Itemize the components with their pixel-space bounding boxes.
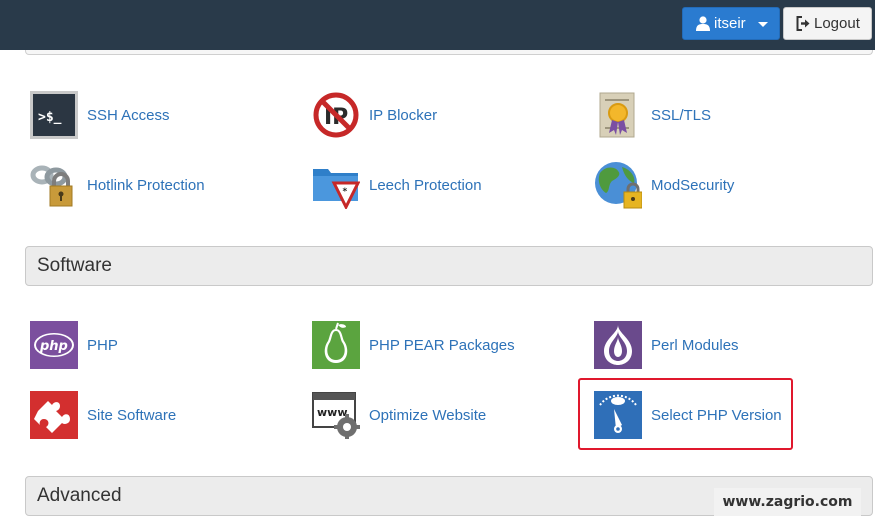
advanced-section-title: Advanced: [37, 485, 122, 506]
select-php-version-label: Select PHP Version: [651, 406, 782, 424]
folder-warning-icon: *: [313, 169, 360, 209]
ip-blocker-icon: IP: [313, 92, 359, 138]
ip-blocker-link[interactable]: IP IP Blocker: [312, 90, 437, 140]
watermark: www.zagrio.com: [714, 488, 861, 516]
php-pear-packages-label: PHP PEAR Packages: [369, 336, 515, 354]
optimize-website-link[interactable]: www Optimize Website: [312, 390, 486, 440]
modsecurity-link[interactable]: ModSecurity: [594, 160, 734, 210]
pear-icon: [312, 321, 360, 369]
ip-blocker-label: IP Blocker: [369, 106, 438, 124]
ssl-tls-label: SSL/TLS: [651, 106, 712, 124]
php-pear-packages-link[interactable]: PHP PEAR Packages: [312, 320, 515, 370]
logout-icon: [796, 16, 810, 31]
security-panel-edge: [25, 50, 873, 55]
site-software-link[interactable]: Site Software: [30, 390, 176, 440]
hotlink-protection-link[interactable]: Hotlink Protection: [30, 160, 205, 210]
php-gauge-icon: [594, 391, 642, 439]
perl-modules-label: Perl Modules: [651, 336, 739, 354]
chain-lock-icon: [30, 165, 73, 207]
user-menu-button[interactable]: itseir: [682, 7, 780, 40]
optimize-website-label: Optimize Website: [369, 406, 487, 424]
svg-text:www: www: [317, 406, 348, 419]
svg-text:>$_: >$_: [38, 110, 62, 125]
user-name: itseir: [714, 15, 746, 32]
puzzle-icon: [30, 391, 78, 439]
terminal-icon: >$_: [30, 91, 78, 139]
site-software-label: Site Software: [87, 406, 177, 424]
hotlink-protection-label: Hotlink Protection: [87, 176, 205, 194]
ssl-tls-link[interactable]: SSL/TLS: [594, 90, 711, 140]
php-label: PHP: [87, 336, 118, 354]
ssh-access-label: SSH Access: [87, 106, 170, 124]
globe-lock-icon: [595, 162, 642, 209]
svg-text:php: php: [39, 339, 68, 354]
www-gear-icon: www: [312, 392, 360, 439]
php-icon: php: [30, 321, 78, 369]
user-icon: [696, 16, 710, 31]
modsecurity-label: ModSecurity: [651, 176, 735, 194]
onion-icon: [594, 321, 642, 369]
perl-modules-link[interactable]: Perl Modules: [594, 320, 739, 370]
certificate-icon: [599, 92, 635, 138]
logout-button[interactable]: Logout: [783, 7, 872, 40]
software-section-title: Software: [37, 255, 112, 276]
software-section-header[interactable]: Software: [25, 246, 873, 286]
top-navbar: itseir Logout: [0, 0, 875, 50]
chevron-down-icon: [758, 22, 768, 27]
leech-protection-link[interactable]: * Leech Protection: [312, 160, 482, 210]
logout-label: Logout: [814, 15, 860, 32]
svg-text:*: *: [343, 187, 348, 197]
select-php-version-link[interactable]: Select PHP Version: [594, 390, 782, 440]
ssh-access-link[interactable]: >$_ SSH Access: [30, 90, 170, 140]
leech-protection-label: Leech Protection: [369, 176, 482, 194]
php-link[interactable]: php PHP: [30, 320, 118, 370]
